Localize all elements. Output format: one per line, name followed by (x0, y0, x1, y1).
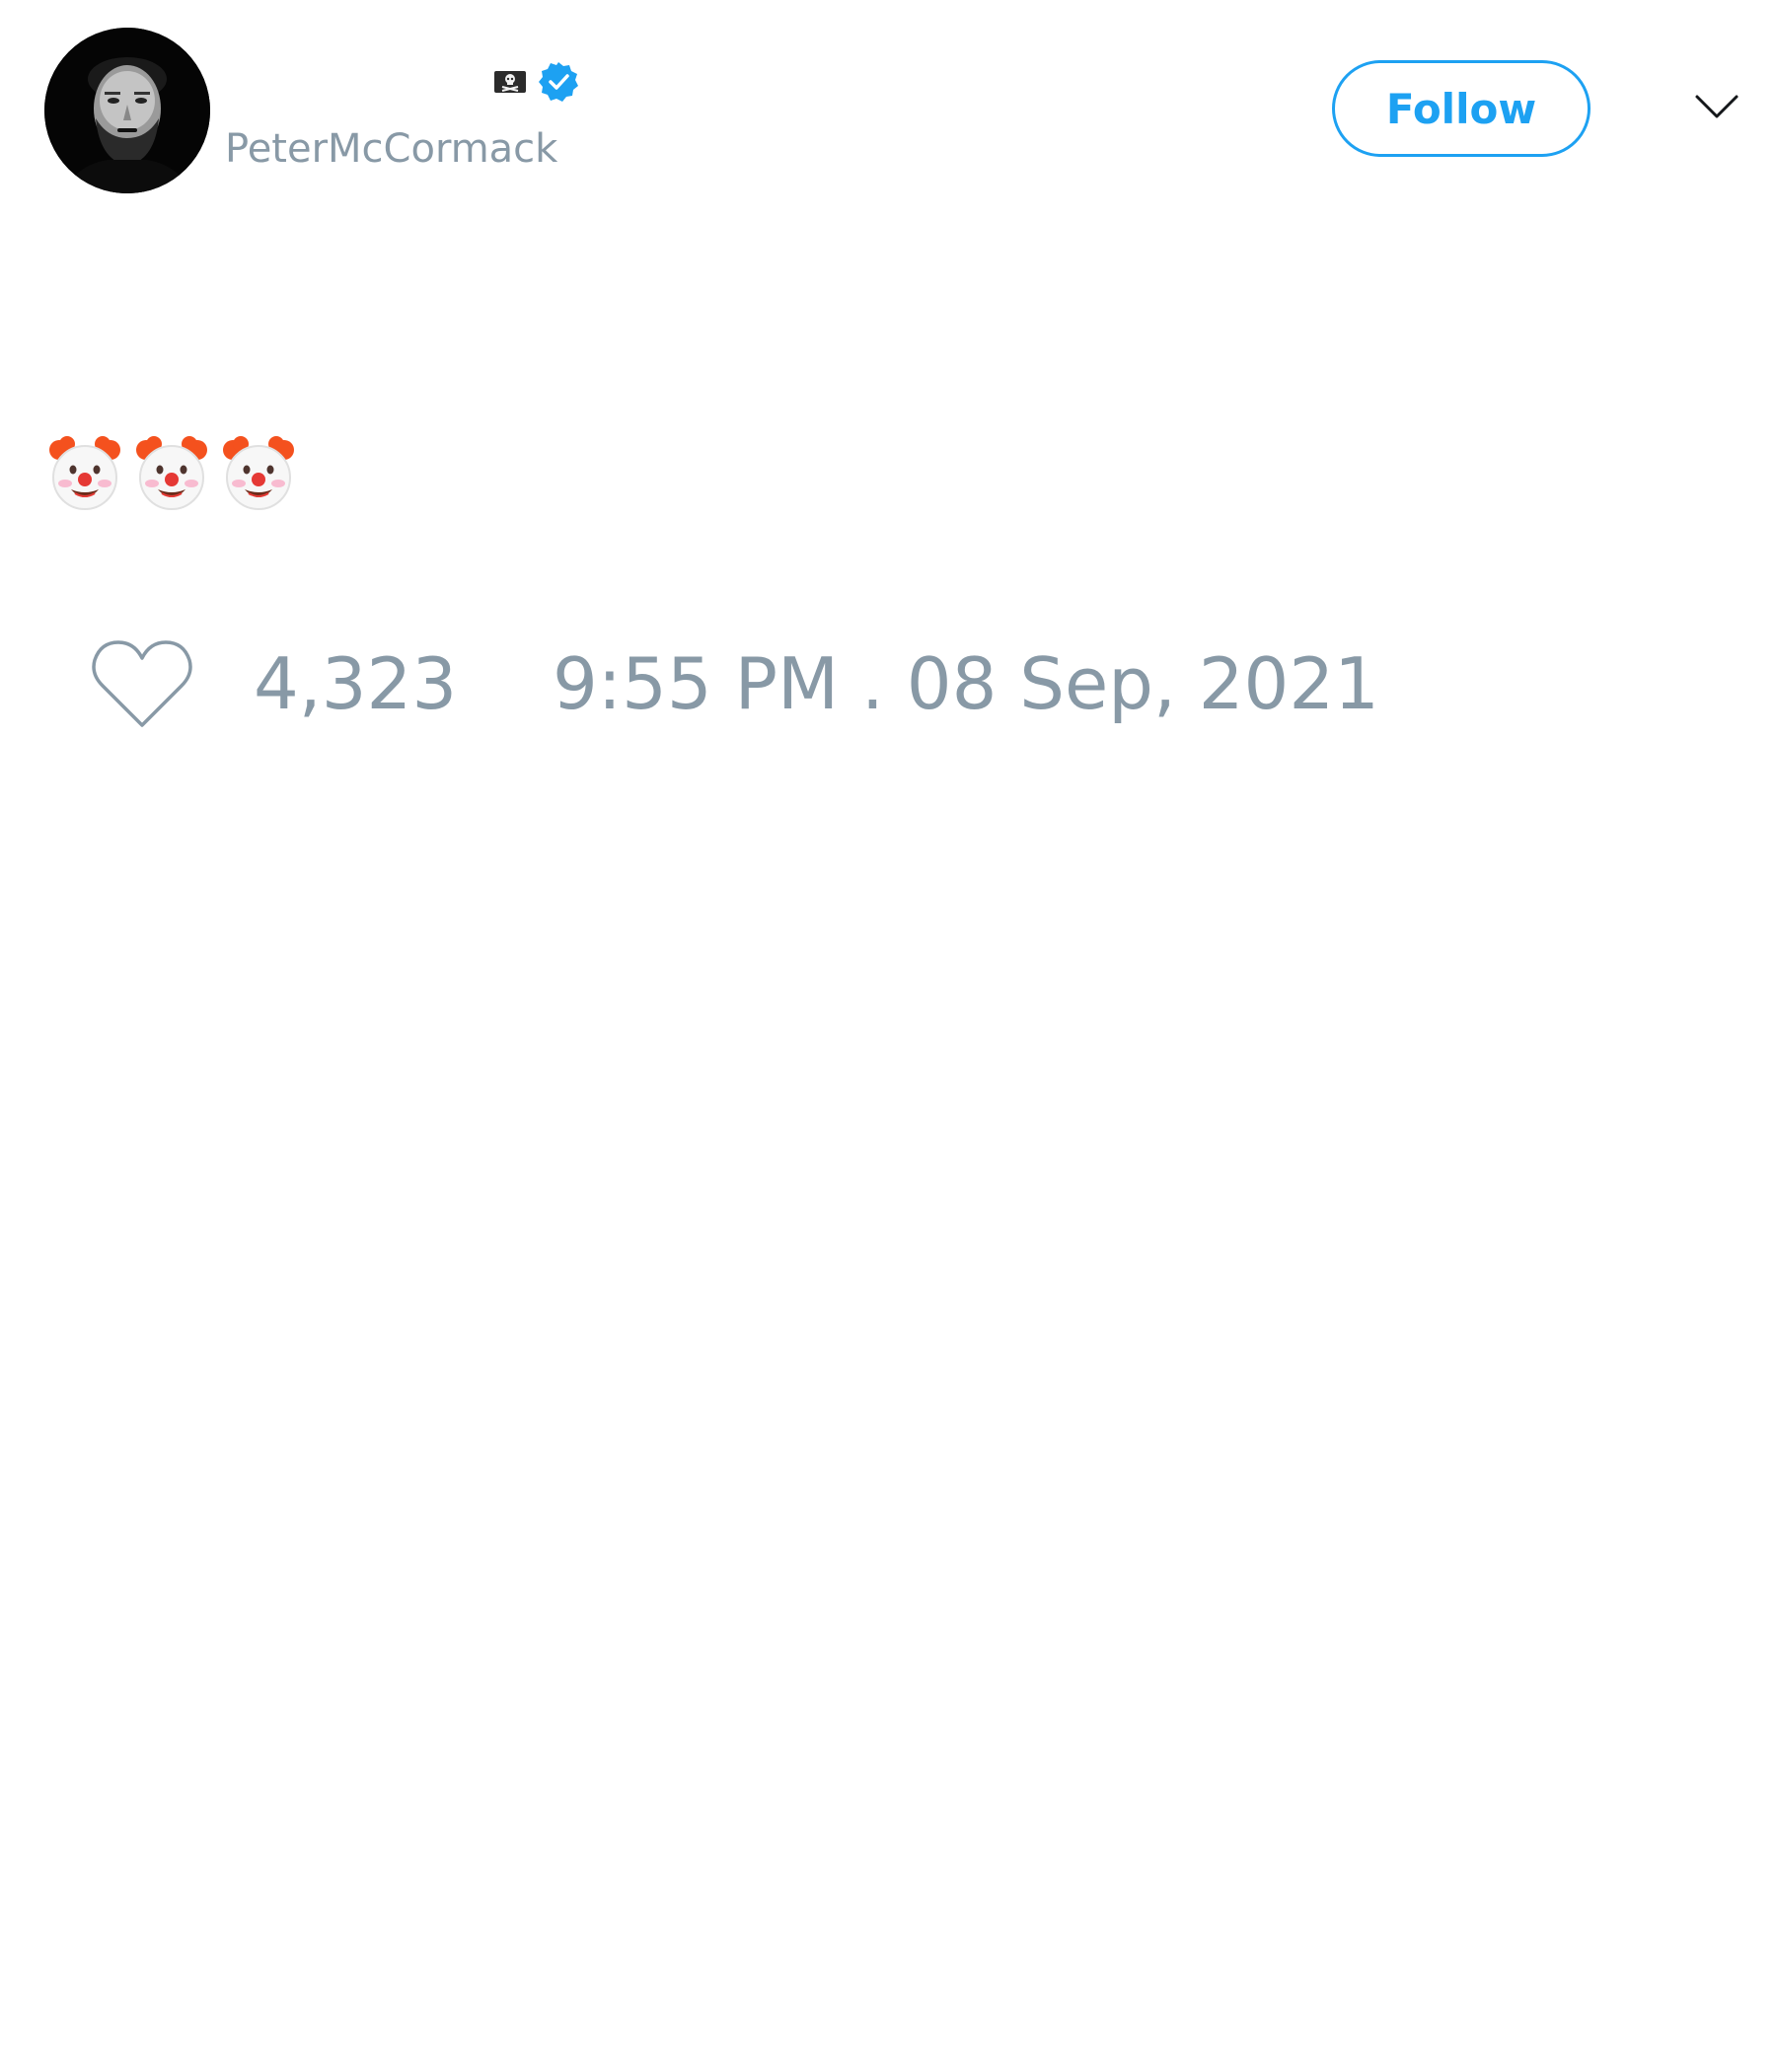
like-count: 4,323 (254, 642, 458, 725)
clown-face-icon (132, 434, 211, 513)
follow-button[interactable]: Follow (1332, 60, 1591, 157)
heart-icon[interactable] (89, 636, 195, 731)
clown-face-icon (219, 434, 298, 513)
author-handle[interactable]: PeterMcCormack (225, 126, 557, 172)
avatar[interactable] (44, 28, 210, 193)
chevron-down-icon[interactable] (1693, 91, 1740, 122)
tweet-timestamp[interactable]: 9:55 PM . 08 Sep, 2021 (553, 641, 1379, 726)
pirate-flag-icon (493, 68, 529, 96)
tweet-text (45, 434, 298, 513)
author-name-row[interactable] (225, 54, 580, 110)
clown-face-icon (45, 434, 124, 513)
verified-badge-icon (537, 60, 580, 104)
avatar-photo (44, 28, 210, 193)
